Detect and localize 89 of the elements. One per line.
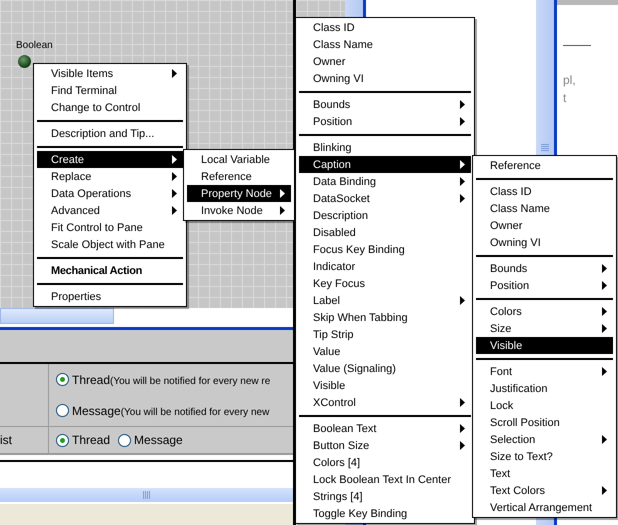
control-label: Boolean [16, 40, 54, 51]
menu-item[interactable]: Disabled [299, 224, 471, 241]
menu-item[interactable]: Text [476, 465, 613, 482]
menu-item[interactable]: Boolean Text [299, 420, 471, 437]
menu-item[interactable]: Properties [37, 288, 183, 305]
menu-item[interactable]: Invoke Node [187, 202, 291, 219]
menu-item[interactable]: Class Name [476, 200, 613, 217]
radio-label[interactable]: Thread [72, 433, 110, 447]
radio-button[interactable] [56, 373, 69, 386]
menu-item[interactable]: Bounds [476, 260, 613, 277]
radio-label[interactable]: Message [72, 404, 121, 418]
menu-item[interactable]: Find Terminal [37, 82, 183, 99]
menu-item[interactable]: Visible [299, 377, 471, 394]
menu-item[interactable]: Owning VI [476, 234, 613, 251]
menu-item[interactable]: Position [476, 277, 613, 294]
menu-item[interactable]: Visible [476, 337, 613, 354]
menu-item[interactable]: Indicator [299, 258, 471, 275]
radio-label[interactable]: Thread [72, 372, 110, 386]
menu-item[interactable]: Reference [476, 157, 613, 174]
scrollbar-thumb[interactable] [0, 308, 114, 324]
grip-icon [142, 491, 150, 499]
menu-item[interactable]: Key Focus [299, 275, 471, 292]
radio-note: (You will be notified for every new re [110, 376, 270, 386]
menu-item[interactable]: Description and Tip... [37, 125, 183, 142]
menu-item[interactable]: Reference [187, 168, 291, 185]
menu-item[interactable]: Data Operations [37, 185, 183, 202]
menu-item[interactable]: Local Variable [187, 151, 291, 168]
menu-item[interactable]: Class ID [476, 183, 613, 200]
menu-item[interactable]: Lock Boolean Text In Center [299, 471, 471, 488]
menu-item[interactable]: Advanced [37, 202, 183, 219]
menu-item[interactable]: Data Binding [299, 173, 471, 190]
radio-label[interactable]: Message [134, 433, 183, 447]
canvas-background [296, 0, 345, 18]
menu-item[interactable]: Label [299, 292, 471, 309]
menu-item[interactable]: Justification [476, 380, 613, 397]
radio-button[interactable] [118, 434, 132, 446]
menu-item[interactable]: Description [299, 207, 471, 224]
menu-item[interactable]: XControl [299, 394, 471, 411]
submenu-arrow-icon [460, 296, 465, 305]
menu-item[interactable]: Class ID [299, 19, 471, 36]
radio-button[interactable] [56, 434, 69, 446]
row-label: ist [0, 433, 12, 447]
menu-item[interactable]: Mechanical Action [37, 262, 183, 279]
menu-item[interactable]: Skip When Tabbing [299, 309, 471, 326]
menu-item[interactable]: Blinking [299, 139, 471, 156]
menu-item[interactable]: Scroll Position [476, 414, 613, 431]
menu-item[interactable]: Tip Strip [299, 326, 471, 343]
radio-button[interactable] [56, 404, 69, 417]
submenu-arrow-icon [602, 486, 607, 495]
scrollbar-thumb[interactable] [0, 488, 293, 502]
menu-item[interactable]: Caption [299, 156, 471, 173]
menu-item[interactable]: Selection [476, 431, 613, 448]
menu-item[interactable]: Focus Key Binding [299, 241, 471, 258]
menu-item[interactable]: Bounds [299, 96, 471, 113]
submenu-arrow-icon [172, 69, 177, 78]
menu-item[interactable]: Colors [4] [299, 454, 471, 471]
text-fragment: pl, [563, 72, 577, 89]
menu-item[interactable]: Scale Object with Pane [37, 236, 183, 253]
menu-item[interactable]: Value [299, 343, 471, 360]
menu-item[interactable]: Size [476, 320, 613, 337]
menu-item[interactable]: Strings [4] [299, 488, 471, 505]
grip-icon [541, 144, 549, 152]
menu-item[interactable]: Lock [476, 397, 613, 414]
menu-item[interactable]: Create [37, 151, 183, 168]
menu-item[interactable]: Fit Control to Pane [37, 219, 183, 236]
menu-item[interactable]: Property Node [187, 185, 291, 202]
menu-item[interactable]: Owner [476, 217, 613, 234]
menu-item[interactable]: Size to Text? [476, 448, 613, 465]
menu-item[interactable]: Font [476, 363, 613, 380]
led-indicator[interactable] [18, 55, 31, 68]
menu-item[interactable]: Replace [37, 168, 183, 185]
menu-item[interactable]: Position [299, 113, 471, 130]
submenu-arrow-icon [602, 435, 607, 444]
menu-item[interactable]: Colors [476, 303, 613, 320]
menu-item[interactable]: Toggle Key Binding [299, 505, 471, 522]
text-fragment: t [563, 90, 568, 107]
menu-item[interactable]: Change to Control [37, 99, 183, 116]
menu-item[interactable]: Button Size [299, 437, 471, 454]
menu-item[interactable]: Owning VI [299, 70, 471, 87]
radio-note: (You will be notified for every new [120, 406, 270, 418]
menu-item[interactable]: Owner [299, 53, 471, 70]
menu-item[interactable]: DataSocket [299, 190, 471, 207]
submenu-arrow-icon [460, 398, 465, 407]
menu-item[interactable]: Vertical Arrangement [476, 499, 613, 516]
submenu-arrow-icon [602, 367, 607, 376]
menu-item[interactable]: Value (Signaling) [299, 360, 471, 377]
menu-item[interactable]: Class Name [299, 36, 471, 53]
menu-item[interactable]: Text Colors [476, 482, 613, 499]
menu-item[interactable]: Visible Items [37, 65, 183, 82]
